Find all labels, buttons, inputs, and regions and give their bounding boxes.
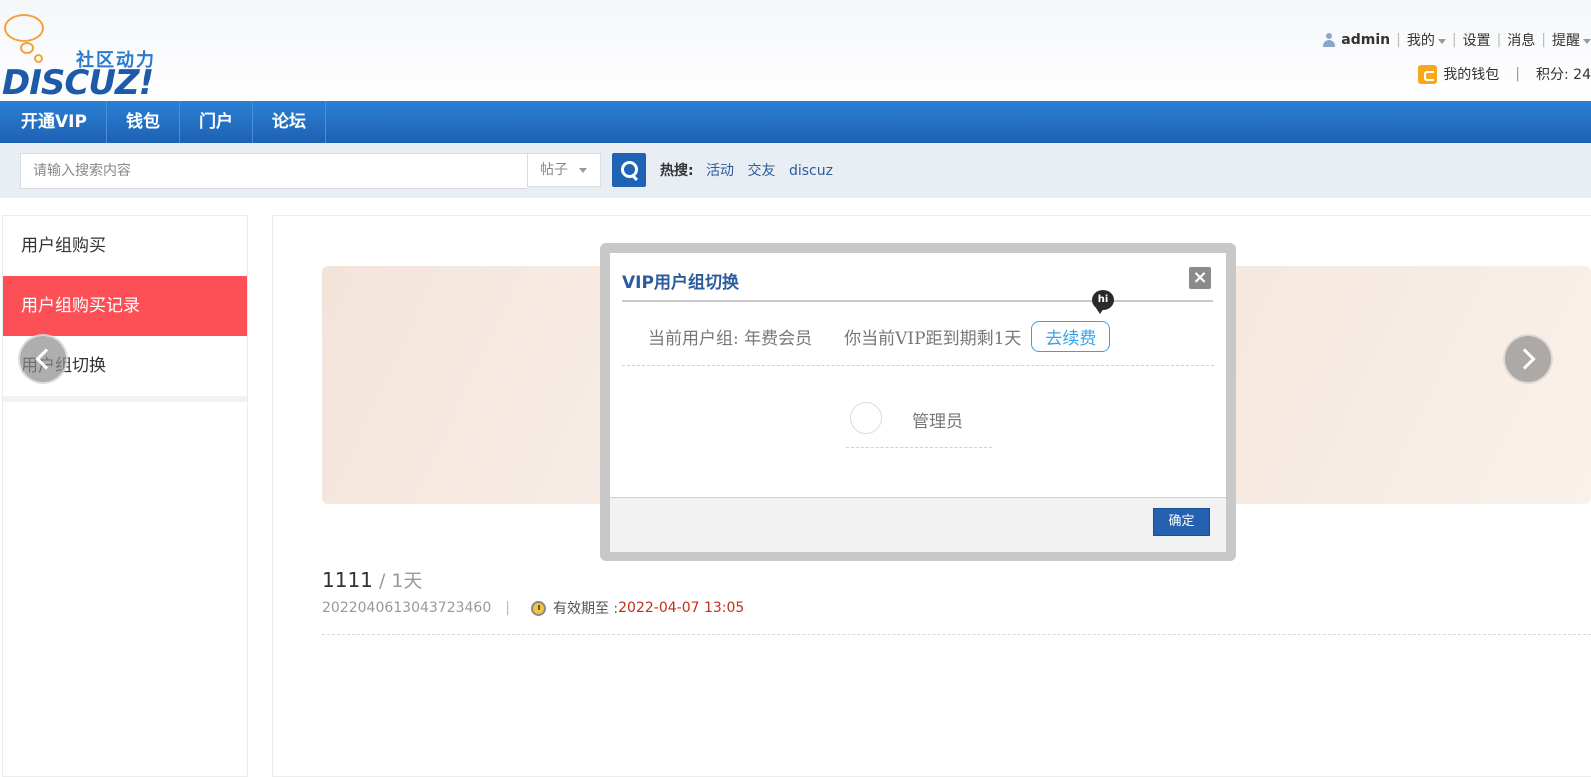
chevron-down-icon	[579, 168, 587, 173]
vip-remaining-text: 你当前VIP距到期剩1天	[844, 329, 1022, 349]
hi-chat-icon[interactable]: hi	[1092, 290, 1114, 314]
separator: |	[1541, 32, 1546, 48]
chevron-down-icon	[1583, 38, 1591, 44]
search-bar: 帖子 热搜: 活动 交友 discuz	[0, 143, 1591, 198]
my-menu-label: 我的	[1406, 33, 1435, 49]
search-type-select[interactable]: 帖子	[527, 153, 601, 187]
search-type-label: 帖子	[540, 162, 568, 178]
sidebar-item-purchase-records[interactable]: 用户组购买记录	[3, 276, 247, 336]
nav-item-wallet[interactable]: 钱包	[107, 101, 180, 143]
wallet-bar: 我的钱包 | 积分: 24	[1418, 64, 1591, 84]
site-logo[interactable]: 社区动力 DISCUZ!	[0, 8, 170, 103]
dialog-divider	[622, 365, 1214, 366]
confirm-button[interactable]: 确定	[1153, 508, 1210, 536]
wallet-icon	[1418, 64, 1438, 84]
user-icon	[1322, 33, 1336, 47]
group-option-label: 管理员	[912, 412, 963, 432]
messages-link[interactable]: 消息	[1507, 30, 1535, 50]
chevron-down-icon	[1437, 38, 1446, 44]
sidebar-item-group-purchase[interactable]: 用户组购买	[3, 216, 247, 276]
record-order-id: 2022040613043723460	[322, 600, 492, 616]
current-group-text: 当前用户组: 年费会员	[648, 329, 813, 349]
dialog-footer: 确定	[610, 497, 1226, 552]
current-group-row: 当前用户组: 年费会员 你当前VIP距到期剩1天 去续费	[648, 321, 1111, 352]
hot-search: 热搜: 活动 交友 discuz	[660, 160, 842, 180]
dialog-title: VIP用户组切换	[622, 273, 739, 293]
points-link[interactable]: 积分: 24	[1536, 64, 1591, 84]
separator: |	[1396, 32, 1401, 48]
nav-item-forum[interactable]: 论坛	[253, 101, 326, 143]
nav-item-portal[interactable]: 门户	[180, 101, 253, 143]
sidebar: 用户组购买 用户组购买记录 用户组切换	[2, 215, 248, 777]
search-input[interactable]	[20, 153, 527, 189]
separator: |	[1515, 66, 1521, 82]
user-toolbar: admin | 我的 | 设置 | 消息 | 提醒	[1322, 31, 1591, 49]
wallet-link[interactable]: 我的钱包	[1443, 64, 1499, 84]
separator: |	[505, 600, 510, 616]
hot-link-activity[interactable]: 活动	[706, 163, 734, 179]
separator: |	[1496, 32, 1502, 48]
dialog-title-divider	[622, 300, 1213, 302]
chevron-left-icon	[35, 348, 57, 370]
separator: |	[1451, 32, 1457, 48]
record-name: 1111	[322, 568, 373, 592]
reminders-label: 提醒	[1552, 33, 1580, 49]
hot-search-label: 热搜:	[660, 163, 694, 179]
search-button[interactable]	[612, 153, 646, 187]
group-option-admin[interactable]: 管理员	[846, 399, 992, 448]
record-meta: 2022040613043723460 | 有效期至 : 2022-04-07 …	[322, 598, 744, 618]
record-duration: / 1天	[372, 570, 423, 592]
settings-link[interactable]: 设置	[1463, 30, 1491, 50]
logo-wordmark: DISCUZ!	[2, 63, 154, 103]
carousel-prev-button[interactable]	[18, 334, 68, 384]
carousel-next-button[interactable]	[1503, 334, 1553, 384]
radio-button[interactable]	[850, 402, 882, 434]
site-header: 社区动力 DISCUZ! admin | 我的 | 设置 | 消息 | 提醒 我…	[0, 0, 1591, 103]
expire-label: 有效期至 :	[552, 601, 619, 617]
username-link[interactable]: admin	[1341, 32, 1390, 48]
nav-item-vip[interactable]: 开通VIP	[0, 101, 107, 143]
renew-button[interactable]: 去续费	[1031, 321, 1111, 352]
expire-date: 2022-04-07 13:05	[618, 600, 745, 616]
clock-icon	[530, 600, 546, 616]
close-button[interactable]: ×	[1189, 267, 1211, 289]
reminders-link[interactable]: 提醒	[1552, 30, 1591, 50]
hot-link-dating[interactable]: 交友	[748, 163, 776, 179]
logo-bubble-dot-icon	[34, 54, 43, 63]
my-menu-link[interactable]: 我的	[1407, 30, 1446, 50]
hot-link-discuz[interactable]: discuz	[789, 163, 833, 179]
record-divider	[322, 634, 1591, 635]
sidebar-divider	[3, 396, 247, 402]
main-nav: 开通VIP 钱包 门户 论坛	[0, 101, 1591, 143]
logo-bubble-icon	[4, 14, 44, 42]
logo-bubble-small-icon	[20, 42, 34, 54]
vip-switch-dialog: VIP用户组切换 × hi 当前用户组: 年费会员 你当前VIP距到期剩1天 去…	[610, 253, 1226, 552]
chevron-right-icon	[1514, 348, 1536, 370]
record-title: 1111 / 1天	[322, 566, 422, 593]
search-icon-handle	[630, 173, 639, 182]
